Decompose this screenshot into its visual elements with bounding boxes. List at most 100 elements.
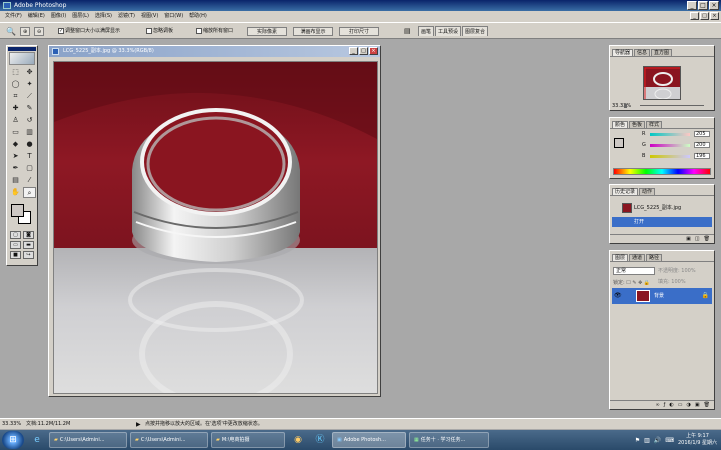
- menu-image[interactable]: 图像(I): [48, 11, 69, 22]
- status-zoom[interactable]: 33.33%: [2, 419, 21, 430]
- screen-mode-3-icon[interactable]: ■: [10, 251, 21, 259]
- tab-histogram[interactable]: 直方图: [651, 49, 673, 56]
- menu-view[interactable]: 视图(V): [138, 11, 161, 22]
- standard-mode-icon[interactable]: ▢: [10, 231, 21, 239]
- opacity-field[interactable]: 不透明度: 100%: [658, 267, 696, 275]
- tab-history[interactable]: 历史记录: [612, 188, 639, 195]
- resize-windows-checkbox[interactable]: 调整窗口大小以满屏显示: [58, 27, 120, 36]
- new-group-icon[interactable]: ▭: [678, 401, 683, 409]
- eraser-tool-icon[interactable]: ▭: [9, 127, 22, 138]
- blue-slider[interactable]: [650, 155, 690, 158]
- menu-help[interactable]: 帮助(H): [186, 11, 210, 22]
- screen-mode-2-icon[interactable]: ▬: [23, 241, 34, 249]
- clock[interactable]: 上午 9:17 2016/1/9 星期六: [678, 433, 717, 447]
- eyedropper-icon[interactable]: ⁄: [23, 175, 36, 186]
- document-close-button[interactable]: ×: [369, 47, 378, 55]
- tab-layers[interactable]: 图层: [612, 254, 629, 261]
- print-size-button[interactable]: 打印尺寸: [339, 27, 379, 36]
- type-tool-icon[interactable]: T: [23, 151, 36, 162]
- volume-icon[interactable]: 🔊: [654, 437, 661, 444]
- new-snapshot-icon[interactable]: ◫: [695, 235, 700, 243]
- input-method-icon[interactable]: ⌨: [665, 437, 674, 444]
- tab-paths[interactable]: 路径: [646, 254, 663, 261]
- brush-tool-icon[interactable]: ✎: [23, 103, 36, 114]
- red-slider[interactable]: [650, 133, 690, 136]
- taskbar-explorer-1[interactable]: ▰ C:\Users\Admini...: [49, 432, 127, 448]
- actual-pixels-button[interactable]: 实际像素: [247, 27, 287, 36]
- hand-tool-icon[interactable]: ✋: [9, 187, 22, 198]
- adjustment-layer-icon[interactable]: ◑: [687, 401, 691, 409]
- lock-options[interactable]: 锁定: ☐ ✎ ✥ 🔒: [613, 279, 650, 286]
- lasso-tool-icon[interactable]: ◯: [9, 79, 22, 90]
- color-panel-swatch[interactable]: [614, 138, 624, 148]
- new-document-from-state-icon[interactable]: ▣: [686, 235, 691, 243]
- history-step-open[interactable]: 打开: [612, 217, 712, 227]
- minimize-button[interactable]: _: [687, 1, 697, 10]
- menu-filter[interactable]: 滤镜(T): [115, 11, 138, 22]
- tab-color[interactable]: 颜色: [612, 121, 629, 128]
- quickmask-mode-icon[interactable]: ◙: [23, 231, 34, 239]
- healing-brush-icon[interactable]: ✚: [9, 103, 22, 114]
- doc-minimize-button[interactable]: _: [690, 12, 699, 20]
- blue-value-field[interactable]: 196: [694, 153, 710, 159]
- tab-swatches[interactable]: 色板: [629, 121, 646, 128]
- menu-select[interactable]: 选择(S): [92, 11, 115, 22]
- layer-mask-icon[interactable]: ◐: [669, 401, 673, 409]
- new-layer-icon[interactable]: ▣: [695, 401, 700, 409]
- navigator-zoom-value[interactable]: 33.33%: [612, 103, 631, 109]
- clone-stamp-icon[interactable]: ♙: [9, 115, 22, 126]
- menu-edit[interactable]: 编辑(E): [25, 11, 48, 22]
- palette-well-presets-tab[interactable]: 工具预设: [435, 26, 462, 36]
- marquee-tool-icon[interactable]: ⬚: [9, 67, 22, 78]
- pen-tool-icon[interactable]: ✒: [9, 163, 22, 174]
- ignore-palettes-checkbox[interactable]: 忽略调板: [146, 27, 173, 36]
- magic-wand-icon[interactable]: ✦: [23, 79, 36, 90]
- menu-window[interactable]: 窗口(W): [161, 11, 186, 22]
- dodge-tool-icon[interactable]: ●: [23, 139, 36, 150]
- zoom-tool-icon[interactable]: ⌕: [23, 187, 36, 198]
- delete-state-icon[interactable]: 🗑: [704, 235, 710, 243]
- path-select-icon[interactable]: ➤: [9, 151, 22, 162]
- taskbar-explorer-2[interactable]: ▰ C:\Users\Admini...: [130, 432, 208, 448]
- fill-field[interactable]: 填充: 100%: [658, 278, 686, 285]
- navigator-zoom-slider[interactable]: [640, 105, 704, 106]
- screen-mode-1-icon[interactable]: ▭: [10, 241, 21, 249]
- tab-info[interactable]: 信息: [634, 49, 651, 56]
- layer-style-icon[interactable]: ƒ: [664, 401, 666, 409]
- navigator-thumbnail[interactable]: [643, 66, 681, 100]
- taskbar-task-window[interactable]: ▦ 任务十 · 学习任务...: [409, 432, 489, 448]
- menu-file[interactable]: 文件(F): [2, 11, 25, 22]
- zoom-icon[interactable]: 🔍: [6, 27, 16, 36]
- close-button[interactable]: ×: [709, 1, 719, 10]
- flag-icon[interactable]: ⚑: [635, 437, 640, 444]
- menu-layer[interactable]: 图层(L): [69, 11, 92, 22]
- green-value-field[interactable]: 200: [694, 142, 710, 148]
- zoom-out-icon[interactable]: ⊖: [34, 27, 45, 36]
- document-maximize-button[interactable]: □: [359, 47, 368, 55]
- ie-icon[interactable]: e: [28, 432, 46, 448]
- delete-layer-icon[interactable]: 🗑: [704, 401, 710, 409]
- tab-styles[interactable]: 样式: [646, 121, 663, 128]
- k-app-icon[interactable]: Ⓚ: [311, 432, 329, 448]
- status-arrow-icon[interactable]: ▶: [136, 419, 141, 430]
- move-tool-icon[interactable]: ✥: [23, 67, 36, 78]
- document-minimize-button[interactable]: _: [349, 47, 358, 55]
- file-browser-icon[interactable]: ▤: [404, 27, 411, 36]
- color-spectrum-bar[interactable]: [613, 168, 711, 175]
- link-layers-icon[interactable]: ∞: [655, 401, 659, 409]
- history-snapshot[interactable]: LCG_5225_副本.jpg: [612, 201, 712, 215]
- document-titlebar[interactable]: LCG_5225_副本.jpg @ 33.3%(RGB/8) _ □ ×: [49, 46, 380, 57]
- layer-row-background[interactable]: 👁 背景 🔒: [612, 288, 712, 304]
- image-canvas[interactable]: [53, 61, 378, 394]
- palette-well-comps-tab[interactable]: 图层复合: [462, 26, 489, 36]
- notes-tool-icon[interactable]: ▤: [9, 175, 22, 186]
- crop-tool-icon[interactable]: ⌗: [9, 91, 22, 102]
- gradient-tool-icon[interactable]: ▥: [23, 127, 36, 138]
- shape-tool-icon[interactable]: ▢: [23, 163, 36, 174]
- doc-restore-button[interactable]: □: [700, 12, 709, 20]
- imageready-icon[interactable]: ↪: [23, 251, 34, 259]
- foreground-color-swatch[interactable]: [11, 204, 24, 217]
- start-button[interactable]: ⊞: [2, 431, 24, 449]
- eye-visibility-icon[interactable]: 👁: [614, 288, 622, 304]
- blur-tool-icon[interactable]: ◆: [9, 139, 22, 150]
